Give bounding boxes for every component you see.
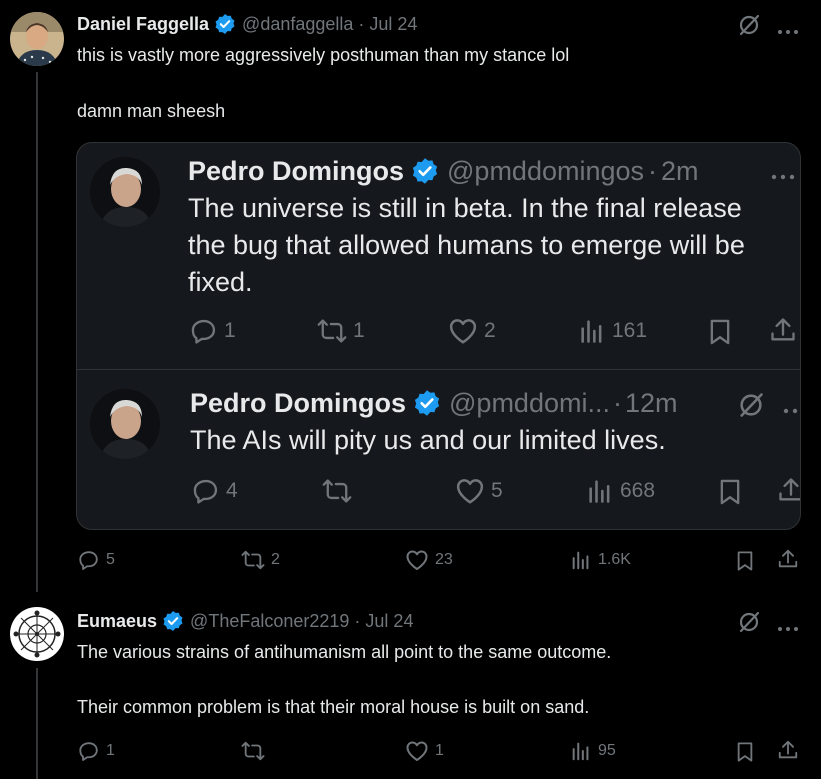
like-count: 1 <box>435 742 444 759</box>
more-options-icon[interactable] <box>777 619 799 637</box>
share-icon[interactable] <box>769 316 797 349</box>
reply-button[interactable]: 5 <box>78 549 115 571</box>
repost-button[interactable] <box>322 477 352 505</box>
author-name[interactable]: Eumaeus <box>77 611 157 632</box>
post-text-line: fixed. <box>188 267 253 297</box>
separator-dot: · <box>648 155 658 186</box>
repost-button[interactable]: 2 <box>241 549 280 571</box>
author-handle[interactable]: @pmddomingos <box>447 156 644 187</box>
views-count: 668 <box>620 479 656 502</box>
verified-badge-icon <box>214 13 236 35</box>
like-button[interactable]: 23 <box>405 549 453 571</box>
views-button[interactable]: 95 <box>570 740 616 762</box>
share-icon[interactable] <box>777 548 799 575</box>
post-text-line: this is vastly more aggressively posthum… <box>77 45 570 65</box>
grok-slash-icon[interactable] <box>737 391 765 424</box>
like-count: 5 <box>491 479 503 502</box>
separator-dot: · <box>358 13 365 34</box>
reply-button[interactable]: 1 <box>190 317 236 345</box>
post-text-line: The AIs will pity us and our limited liv… <box>190 425 666 455</box>
post-text-line: Their common problem is that their moral… <box>77 697 590 717</box>
reply-count: 5 <box>106 551 115 568</box>
reply-count: 4 <box>226 479 238 502</box>
repost-button[interactable] <box>241 740 265 762</box>
more-options-icon[interactable] <box>771 167 797 185</box>
author-name[interactable]: Daniel Faggella <box>77 14 209 35</box>
divider <box>77 369 800 370</box>
author-handle[interactable]: @TheFalconer2219 <box>190 611 349 632</box>
more-options-icon[interactable] <box>783 401 799 419</box>
like-count: 23 <box>435 551 453 568</box>
post-time[interactable]: 2m <box>661 156 699 187</box>
verified-badge-icon <box>413 389 441 417</box>
reply-button[interactable]: 4 <box>192 477 238 505</box>
bookmark-icon[interactable] <box>707 318 733 351</box>
like-button[interactable]: 1 <box>405 740 444 762</box>
post-text-line: damn man sheesh <box>77 101 226 121</box>
like-count: 2 <box>484 319 496 342</box>
thread-connector-line <box>36 668 38 779</box>
views-button[interactable]: 1.6K <box>570 549 631 571</box>
views-count: 161 <box>612 319 648 342</box>
repost-count: 1 <box>353 319 365 342</box>
reply-count: 1 <box>106 742 115 759</box>
verified-badge-icon <box>162 610 184 632</box>
post-text-line: The various strains of antihumanism all … <box>77 642 612 662</box>
post-text-line: The universe is still in beta. In the fi… <box>188 193 742 223</box>
reply-button[interactable]: 1 <box>78 740 115 762</box>
bookmark-icon[interactable] <box>717 478 743 511</box>
avatar[interactable] <box>90 157 160 227</box>
bookmark-icon[interactable] <box>735 741 755 768</box>
post-time[interactable]: 12m <box>625 388 678 419</box>
quoted-thread-card[interactable]: Pedro Domingos @pmddomingos · 2m The uni… <box>76 142 801 530</box>
avatar[interactable] <box>10 12 64 66</box>
bookmark-icon[interactable] <box>735 550 755 577</box>
thread-connector-line <box>36 72 38 592</box>
post-text-line: the bug that allowed humans to emerge wi… <box>188 230 745 260</box>
share-icon[interactable] <box>777 739 799 766</box>
author-handle[interactable]: @pmddomi... <box>449 388 610 419</box>
post-date[interactable]: Jul 24 <box>365 611 413 632</box>
avatar[interactable] <box>10 607 64 661</box>
separator-dot: · <box>612 387 622 418</box>
verified-badge-icon <box>411 157 439 185</box>
separator-dot: · <box>354 610 361 631</box>
views-count: 1.6K <box>598 551 631 568</box>
share-icon[interactable] <box>777 476 800 509</box>
views-button[interactable]: 161 <box>578 317 647 345</box>
reply-count: 1 <box>224 319 236 342</box>
author-name[interactable]: Pedro Domingos <box>188 156 404 187</box>
author-name[interactable]: Pedro Domingos <box>190 388 406 419</box>
grok-slash-icon[interactable] <box>737 13 761 42</box>
post-date[interactable]: Jul 24 <box>369 14 417 35</box>
repost-count: 2 <box>271 551 280 568</box>
views-button[interactable]: 668 <box>586 477 655 505</box>
author-handle[interactable]: @danfaggella <box>242 14 353 35</box>
repost-button[interactable]: 1 <box>317 317 365 345</box>
like-button[interactable]: 5 <box>455 477 503 505</box>
more-options-icon[interactable] <box>777 22 799 40</box>
grok-slash-icon[interactable] <box>737 610 761 639</box>
avatar[interactable] <box>90 389 160 459</box>
views-count: 95 <box>598 742 616 759</box>
like-button[interactable]: 2 <box>448 317 496 345</box>
